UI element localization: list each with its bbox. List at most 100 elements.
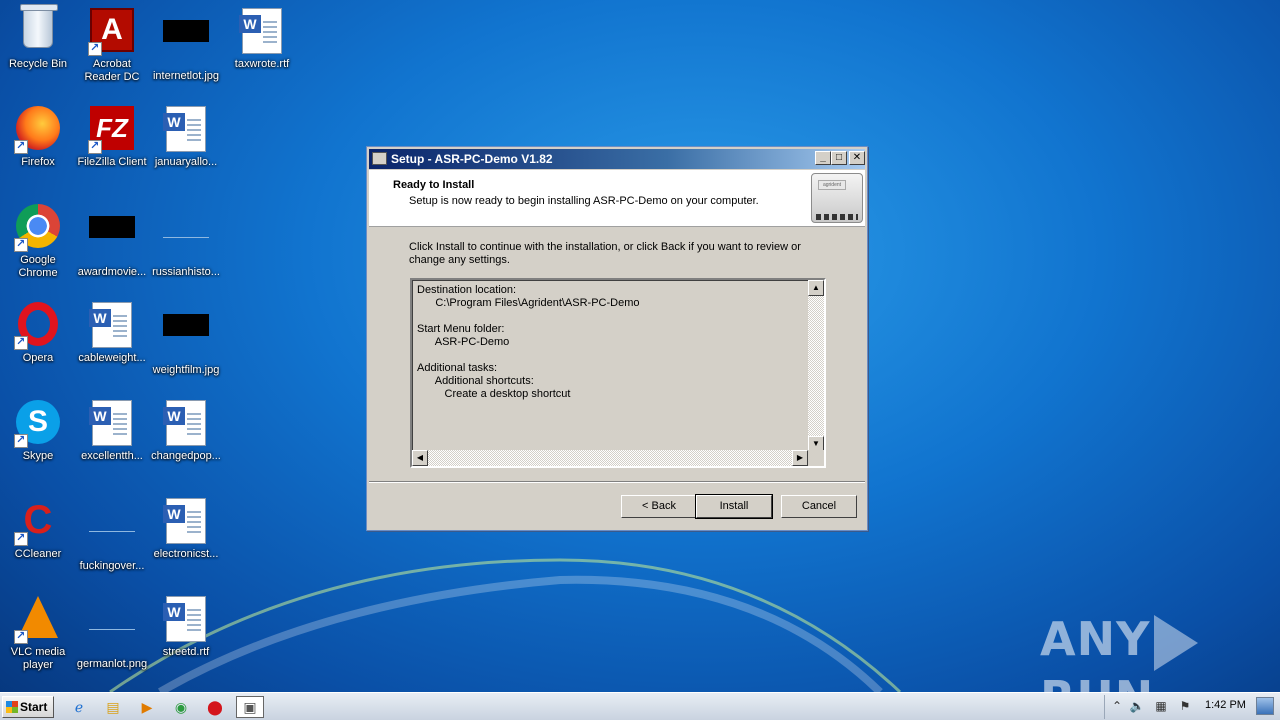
word-doc-icon: W: [163, 106, 206, 152]
shortcut-arrow-icon: [88, 41, 102, 56]
desktop-icon-chrome[interactable]: Google Chrome: [0, 200, 76, 290]
desktop-icon-label: internetlot.jpg: [152, 70, 220, 82]
blank-file-icon: [89, 608, 135, 630]
desktop-icon-acrobat[interactable]: A Acrobat Reader DC: [74, 4, 150, 94]
page-title: Ready to Install: [393, 179, 475, 191]
desktop-icon-excellentth[interactable]: W excellentth...: [74, 396, 150, 486]
desktop-icon-label: streetd.rtf: [162, 646, 210, 658]
scroll-left-icon[interactable]: ◀: [412, 450, 428, 466]
desktop-icon-recycle-bin[interactable]: Recycle Bin: [0, 4, 76, 94]
media-player-icon[interactable]: ▶: [136, 697, 158, 717]
maximize-button[interactable]: □: [831, 151, 847, 165]
desktop-icon-ccleaner[interactable]: C CCleaner: [0, 494, 76, 584]
vertical-scrollbar[interactable]: ▲ ▼: [808, 280, 824, 452]
desktop-icon-internetlot[interactable]: internetlot.jpg: [148, 4, 224, 94]
network-icon[interactable]: ▦: [1153, 698, 1169, 714]
shortcut-arrow-icon: [14, 531, 28, 546]
ready-memo: Destination location: C:\Program Files\A…: [410, 278, 826, 468]
shortcut-arrow-icon: [88, 139, 102, 154]
word-doc-icon: W: [89, 302, 132, 348]
word-doc-icon: W: [163, 400, 206, 446]
opera-icon[interactable]: ⬤: [204, 697, 226, 717]
clock[interactable]: 1:42 PM: [1205, 699, 1246, 711]
image-file-icon: [163, 20, 209, 42]
desktop-icon-taxwrote[interactable]: W taxwrote.rtf: [224, 4, 300, 94]
blank-file-icon: [163, 216, 209, 238]
desktop-icon-label: fuckingover...: [79, 560, 145, 572]
desktop-icon-label: Opera: [22, 352, 54, 364]
shortcut-arrow-icon: [14, 139, 28, 154]
show-desktop-icon[interactable]: [1256, 697, 1274, 715]
desktop-icon-label: awardmovie...: [77, 266, 147, 278]
desktop-icon-label: CCleaner: [14, 548, 62, 560]
desktop-icon-label: Acrobat Reader DC: [84, 58, 140, 83]
desktop-icon-streetd[interactable]: W streetd.rtf: [148, 592, 224, 682]
horizontal-scrollbar[interactable]: ◀ ▶: [412, 450, 808, 466]
install-button[interactable]: Install: [695, 494, 773, 519]
desktop-icon-label: electronicst...: [153, 548, 219, 560]
intro-text: Click Install to continue with the insta…: [409, 241, 801, 266]
explorer-icon[interactable]: ▤: [102, 697, 124, 717]
desktop-icon-label: Google Chrome: [18, 254, 58, 279]
device-connectors: [816, 214, 858, 220]
desktop-icon-label: changedpop...: [151, 450, 221, 462]
desktop-icon-awardmovie[interactable]: awardmovie...: [74, 200, 150, 290]
desktop-icon-skype[interactable]: S Skype: [0, 396, 76, 486]
chrome-icon[interactable]: ◉: [170, 697, 192, 717]
anyrun-watermark: ANY RUN: [1040, 612, 1280, 692]
ready-memo-text[interactable]: Destination location: C:\Program Files\A…: [412, 280, 808, 452]
desktop-icon-vlc[interactable]: VLC media player: [0, 592, 76, 682]
divider: [369, 481, 865, 483]
word-doc-icon: W: [163, 498, 206, 544]
close-button[interactable]: ✕: [849, 151, 865, 165]
scrollbar-corner: [808, 450, 824, 466]
device-brand-label: agrident: [818, 180, 846, 190]
setup-icon[interactable]: ▣: [236, 696, 264, 718]
word-doc-icon: W: [163, 596, 206, 642]
desktop-icon-fuckingover[interactable]: fuckingover...: [74, 494, 150, 584]
desktop-icon-label: januaryallo...: [154, 156, 218, 168]
back-button[interactable]: < Back: [621, 495, 697, 518]
windows-logo-icon: [6, 701, 18, 713]
scroll-up-icon[interactable]: ▲: [808, 280, 824, 296]
play-icon: [1154, 614, 1199, 671]
desktop-icon-filezilla[interactable]: FZ FileZilla Client: [74, 102, 150, 192]
start-button[interactable]: Start: [2, 696, 54, 718]
dialog-header: Ready to Install Setup is now ready to b…: [369, 170, 865, 227]
desktop-icon-label: Recycle Bin: [8, 58, 68, 70]
desktop-icon-weightfilm[interactable]: weightfilm.jpg: [148, 298, 224, 388]
shortcut-arrow-icon: [14, 237, 28, 252]
dialog-title: Setup - ASR-PC-Demo V1.82: [391, 152, 553, 166]
scroll-right-icon[interactable]: ▶: [792, 450, 808, 466]
chevron-up-icon[interactable]: ⌃: [1109, 698, 1125, 714]
minimize-button[interactable]: _: [815, 151, 831, 165]
setup-app-icon: [372, 152, 387, 165]
shortcut-arrow-icon: [14, 629, 28, 644]
start-label: Start: [20, 700, 48, 714]
desktop-icon-label: Skype: [22, 450, 54, 462]
dialog-titlebar[interactable]: Setup - ASR-PC-Demo V1.82 _ □ ✕: [369, 149, 865, 169]
blank-file-icon: [89, 510, 135, 532]
desktop-icon-opera[interactable]: Opera: [0, 298, 76, 388]
desktop-icon-label: Firefox: [21, 156, 55, 168]
desktop-icon-label: germanlot.png: [76, 658, 148, 670]
desktop-icon-cableweight[interactable]: W cableweight...: [74, 298, 150, 388]
watermark-text-left: ANY: [1040, 612, 1151, 666]
ie-icon[interactable]: ℯ: [68, 697, 90, 717]
desktop-icon-label: weightfilm.jpg: [152, 364, 220, 376]
image-file-icon: [89, 216, 135, 238]
recycle-bin-icon: [20, 4, 58, 48]
desktop-icon-germanlot[interactable]: germanlot.png: [74, 592, 150, 682]
desktop-icon-electronicst[interactable]: W electronicst...: [148, 494, 224, 584]
volume-icon[interactable]: 🔈: [1129, 698, 1145, 714]
desktop-icon-russianhisto[interactable]: russianhisto...: [148, 200, 224, 290]
desktop-icon-januaryallo[interactable]: W januaryallo...: [148, 102, 224, 192]
desktop-icon-firefox[interactable]: Firefox: [0, 102, 76, 192]
flag-icon[interactable]: ⚑: [1177, 698, 1193, 714]
cancel-button[interactable]: Cancel: [781, 495, 857, 518]
desktop-icon-label: russianhisto...: [152, 266, 220, 278]
system-tray: ⌃ 🔈 ▦ ⚑ 1:42 PM: [1104, 695, 1254, 719]
setup-dialog: Setup - ASR-PC-Demo V1.82 _ □ ✕ Ready to…: [366, 146, 868, 531]
watermark-text-right: RUN: [1040, 671, 1154, 693]
desktop-icon-changedpop[interactable]: W changedpop...: [148, 396, 224, 486]
